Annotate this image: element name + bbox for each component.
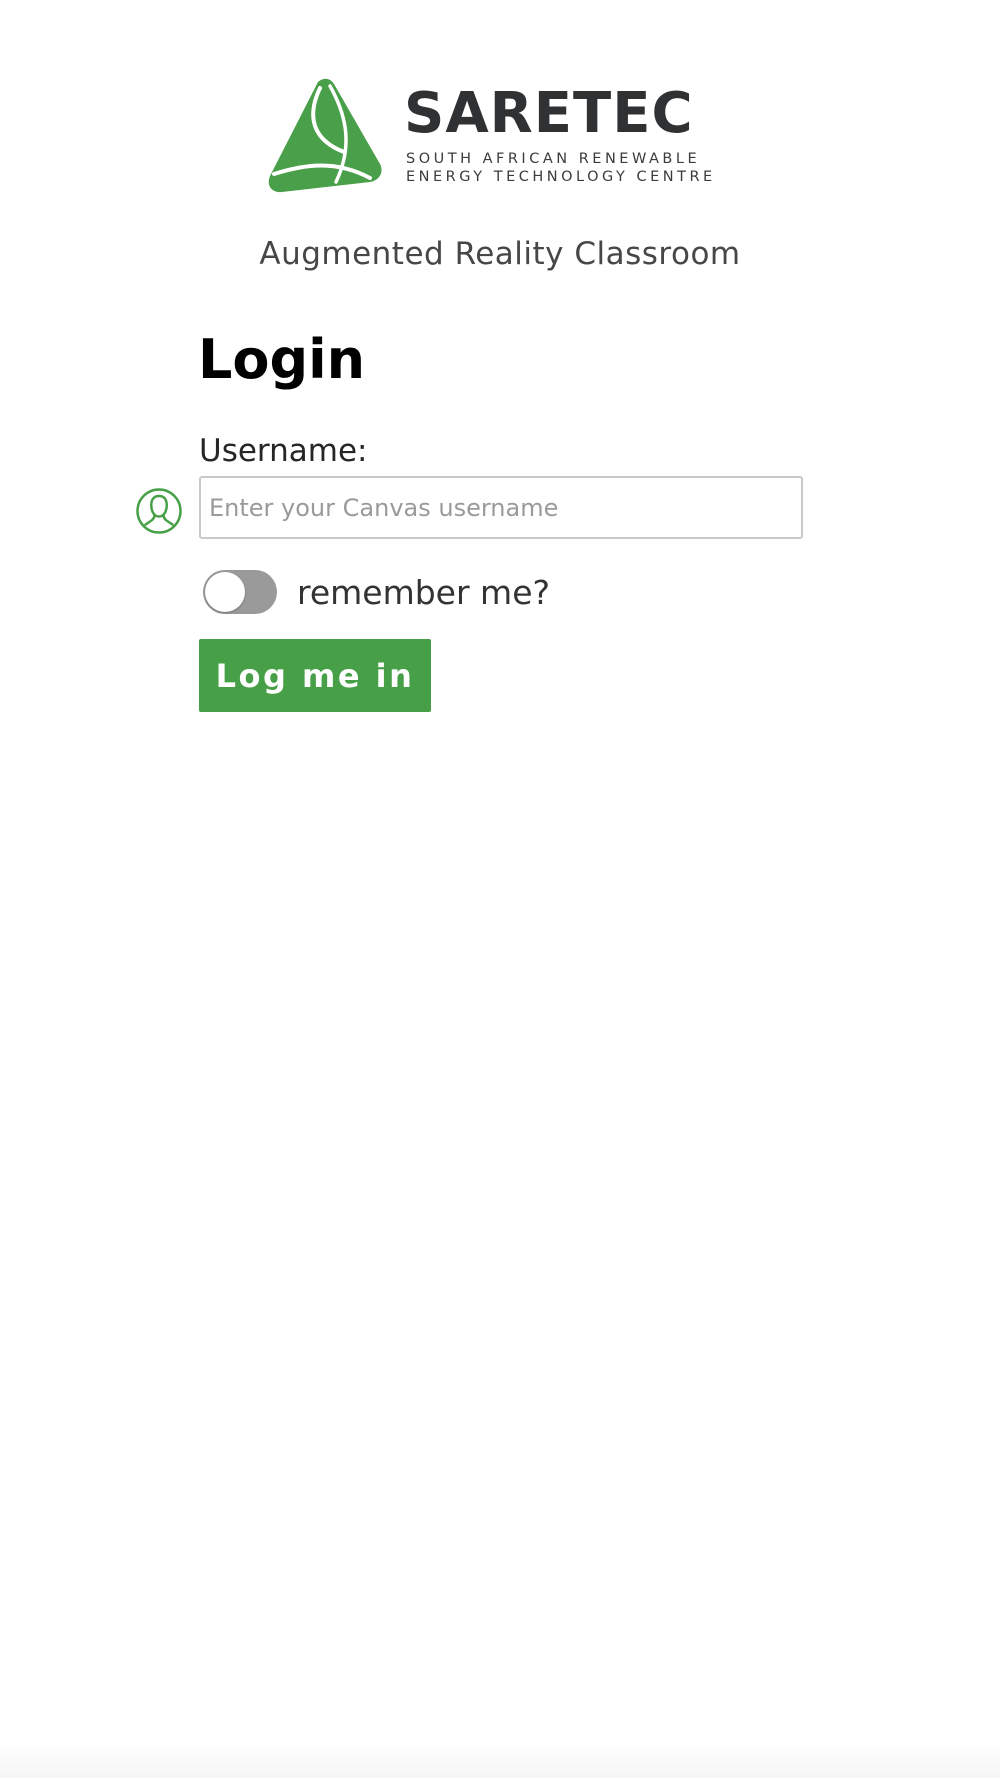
login-button[interactable]: Log me in	[199, 639, 431, 712]
saretec-logo: SARETEC SOUTH AFRICAN RENEWABLE ENERGY T…	[266, 78, 736, 196]
login-page: SARETEC SOUTH AFRICAN RENEWABLE ENERGY T…	[0, 0, 1000, 1778]
bottom-edge	[0, 1738, 1000, 1778]
username-label: Username:	[199, 433, 368, 469]
saretec-logo-icon	[268, 78, 382, 193]
logo-tagline-line1: SOUTH AFRICAN RENEWABLE	[406, 151, 701, 167]
remember-me-toggle[interactable]	[203, 570, 277, 614]
app-subtitle: Augmented Reality Classroom	[259, 236, 741, 272]
username-input[interactable]	[199, 476, 803, 539]
logo-tagline-line2: ENERGY TECHNOLOGY CENTRE	[406, 169, 716, 185]
user-icon	[136, 488, 182, 534]
page-title: Login	[198, 328, 366, 391]
logo-tagline: SOUTH AFRICAN RENEWABLE ENERGY TECHNOLOG…	[406, 150, 716, 186]
logo-wordmark: SARETEC	[404, 81, 694, 146]
toggle-knob	[205, 572, 245, 612]
remember-me-label: remember me?	[297, 573, 551, 612]
